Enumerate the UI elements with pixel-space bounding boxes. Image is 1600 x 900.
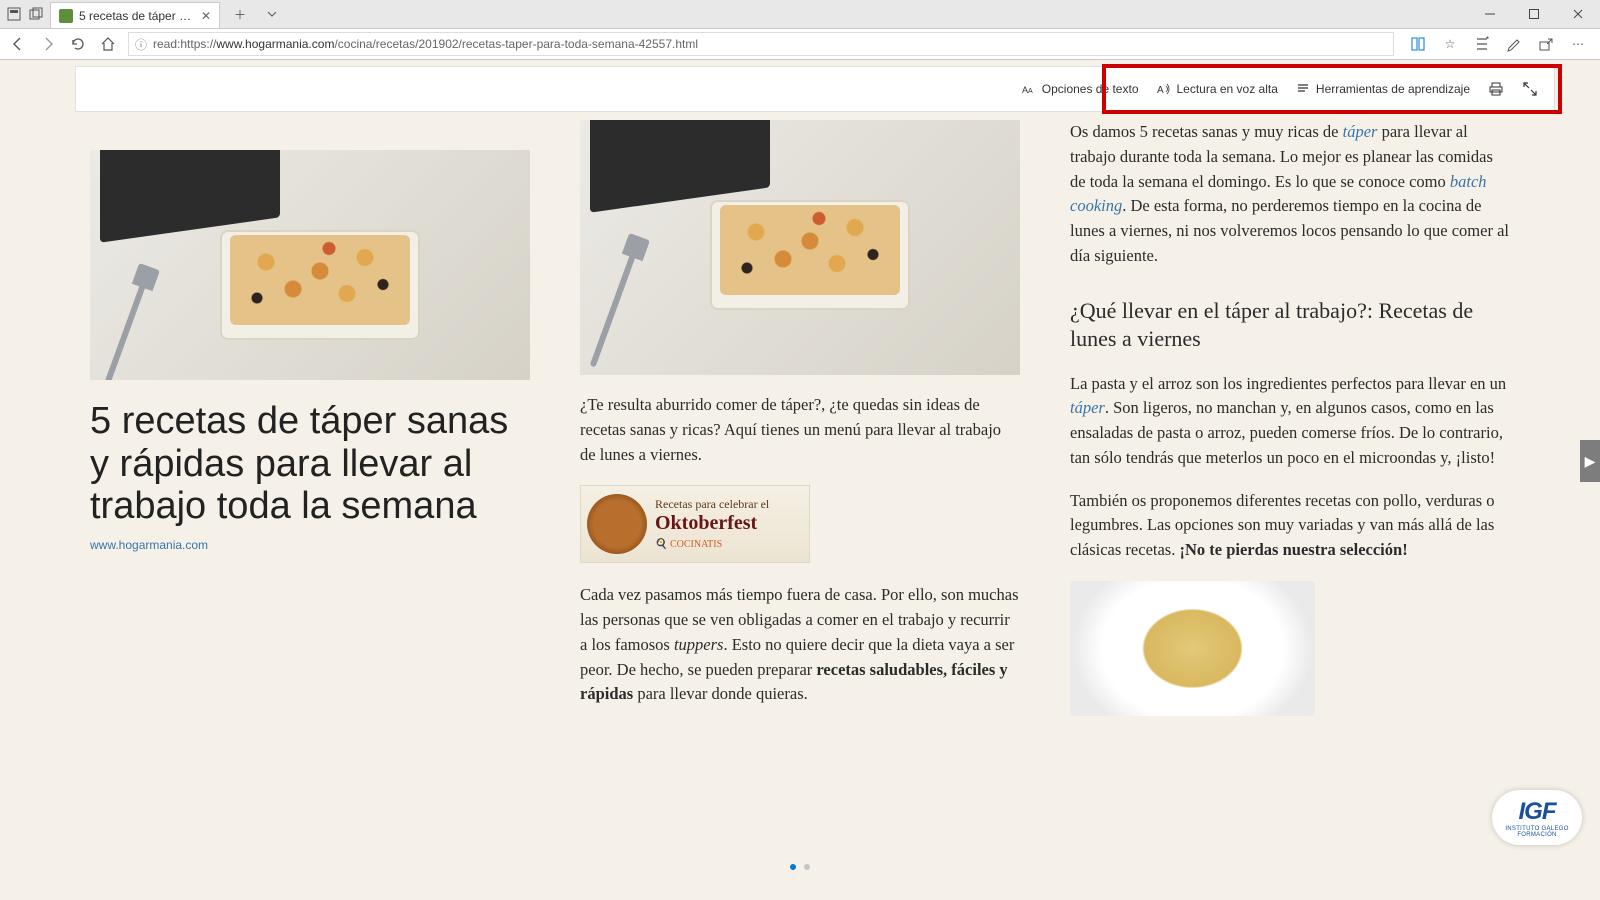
read-aloud-label: Lectura en voz alta <box>1177 82 1278 96</box>
window-titlebar: 5 recetas de táper sanas ✕ ＋ <box>0 0 1600 28</box>
ad-banner[interactable]: Recetas para celebrar el Oktoberfest 🍳 C… <box>580 485 810 563</box>
svg-text:A: A <box>1028 88 1033 95</box>
print-button[interactable] <box>1488 81 1504 97</box>
next-page-arrow[interactable]: ▶ <box>1580 440 1600 482</box>
fullscreen-button[interactable] <box>1522 81 1538 97</box>
taper-link-2[interactable]: táper <box>1070 398 1105 417</box>
column-3: Os damos 5 recetas sanas y muy ricas de … <box>1070 120 1510 820</box>
article-image-2 <box>580 120 1020 375</box>
reader-toolbar-bar: AA Opciones de texto A Lectura en voz al… <box>75 66 1555 112</box>
tab-chevron-icon[interactable] <box>260 8 284 20</box>
svg-text:A: A <box>1157 85 1164 96</box>
taper-link[interactable]: táper <box>1343 122 1378 141</box>
new-tab-button[interactable]: ＋ <box>228 6 252 23</box>
column-2: ¿Te resulta aburrido comer de táper?, ¿t… <box>580 120 1020 820</box>
text-options-label: Opciones de texto <box>1042 82 1139 96</box>
tab-close-icon[interactable]: ✕ <box>201 9 211 23</box>
dish-image <box>1070 581 1315 716</box>
paragraph-3: Os damos 5 recetas sanas y muy ricas de … <box>1070 120 1510 269</box>
notes-icon[interactable] <box>1504 34 1524 54</box>
section-heading: ¿Qué llevar en el táper al trabajo?: Rec… <box>1070 297 1510 354</box>
browser-tab[interactable]: 5 recetas de táper sanas ✕ <box>50 2 220 28</box>
favorites-list-icon[interactable] <box>1472 34 1492 54</box>
article-title: 5 recetas de táper sanas y rápidas para … <box>90 400 530 528</box>
reading-view-icon[interactable] <box>1408 34 1428 54</box>
igf-logo-sub2: FORMACIÓN <box>1517 832 1556 838</box>
column-1: 5 recetas de táper sanas y rápidas para … <box>90 120 530 820</box>
page-dot-2[interactable] <box>804 864 810 870</box>
read-aloud-button[interactable]: A Lectura en voz alta <box>1157 82 1278 96</box>
igf-logo-text: IGF <box>1519 798 1556 826</box>
url-path: /cocina/recetas/201902/recetas-taper-par… <box>334 37 698 51</box>
favorite-button[interactable]: ☆ <box>1440 34 1460 54</box>
share-icon[interactable] <box>1536 34 1556 54</box>
article-source[interactable]: www.hogarmania.com <box>90 538 530 552</box>
url-prefix: read:https:// <box>153 37 216 51</box>
fullscreen-icon <box>1522 81 1538 97</box>
window-maximize-button[interactable] <box>1512 0 1556 28</box>
caption-btn-1-icon[interactable] <box>6 6 22 22</box>
hero-image <box>90 150 530 380</box>
paragraph-5: También os proponemos diferentes recetas… <box>1070 489 1510 563</box>
ad-line1: Recetas para celebrar el <box>655 497 769 511</box>
back-button[interactable] <box>8 34 28 54</box>
learning-tools-button[interactable]: Herramientas de aprendizaje <box>1296 82 1470 96</box>
text-options-icon: AA <box>1022 82 1036 96</box>
lead-paragraph: ¿Te resulta aburrido comer de táper?, ¿t… <box>580 393 1020 467</box>
url-input[interactable]: ⓘ read:https://www.hogarmania.com/cocina… <box>128 32 1394 56</box>
igf-logo: IGF INSTITUTO GALEGO FORMACIÓN <box>1492 790 1582 845</box>
info-icon: ⓘ <box>135 36 147 53</box>
ad-brand: 🍳 COCINATIS <box>655 539 769 551</box>
favicon-icon <box>59 9 73 23</box>
window-close-button[interactable] <box>1556 0 1600 28</box>
page-dot-1[interactable] <box>790 864 796 870</box>
read-aloud-icon: A <box>1157 82 1171 96</box>
tab-title: 5 recetas de táper sanas <box>79 9 195 23</box>
text-options-button[interactable]: AA Opciones de texto <box>1022 82 1139 96</box>
url-domain: www.hogarmania.com <box>216 37 334 51</box>
print-icon <box>1488 81 1504 97</box>
address-bar: ⓘ read:https://www.hogarmania.com/cocina… <box>0 28 1600 60</box>
forward-button[interactable] <box>38 34 58 54</box>
reader-content: AA Opciones de texto A Lectura en voz al… <box>0 60 1600 900</box>
page-dots <box>790 864 810 870</box>
pretzel-icon <box>587 494 647 554</box>
caption-btn-2-icon[interactable] <box>28 6 44 22</box>
learning-tools-icon <box>1296 82 1310 96</box>
window-minimize-button[interactable] <box>1468 0 1512 28</box>
home-button[interactable] <box>98 34 118 54</box>
paragraph-4: La pasta y el arroz son los ingredientes… <box>1070 372 1510 471</box>
learning-tools-label: Herramientas de aprendizaje <box>1316 82 1470 96</box>
refresh-button[interactable] <box>68 34 88 54</box>
settings-menu-icon[interactable]: ⋯ <box>1568 34 1588 54</box>
ad-title: Oktoberfest <box>655 511 769 535</box>
paragraph-2: Cada vez pasamos más tiempo fuera de cas… <box>580 583 1020 707</box>
